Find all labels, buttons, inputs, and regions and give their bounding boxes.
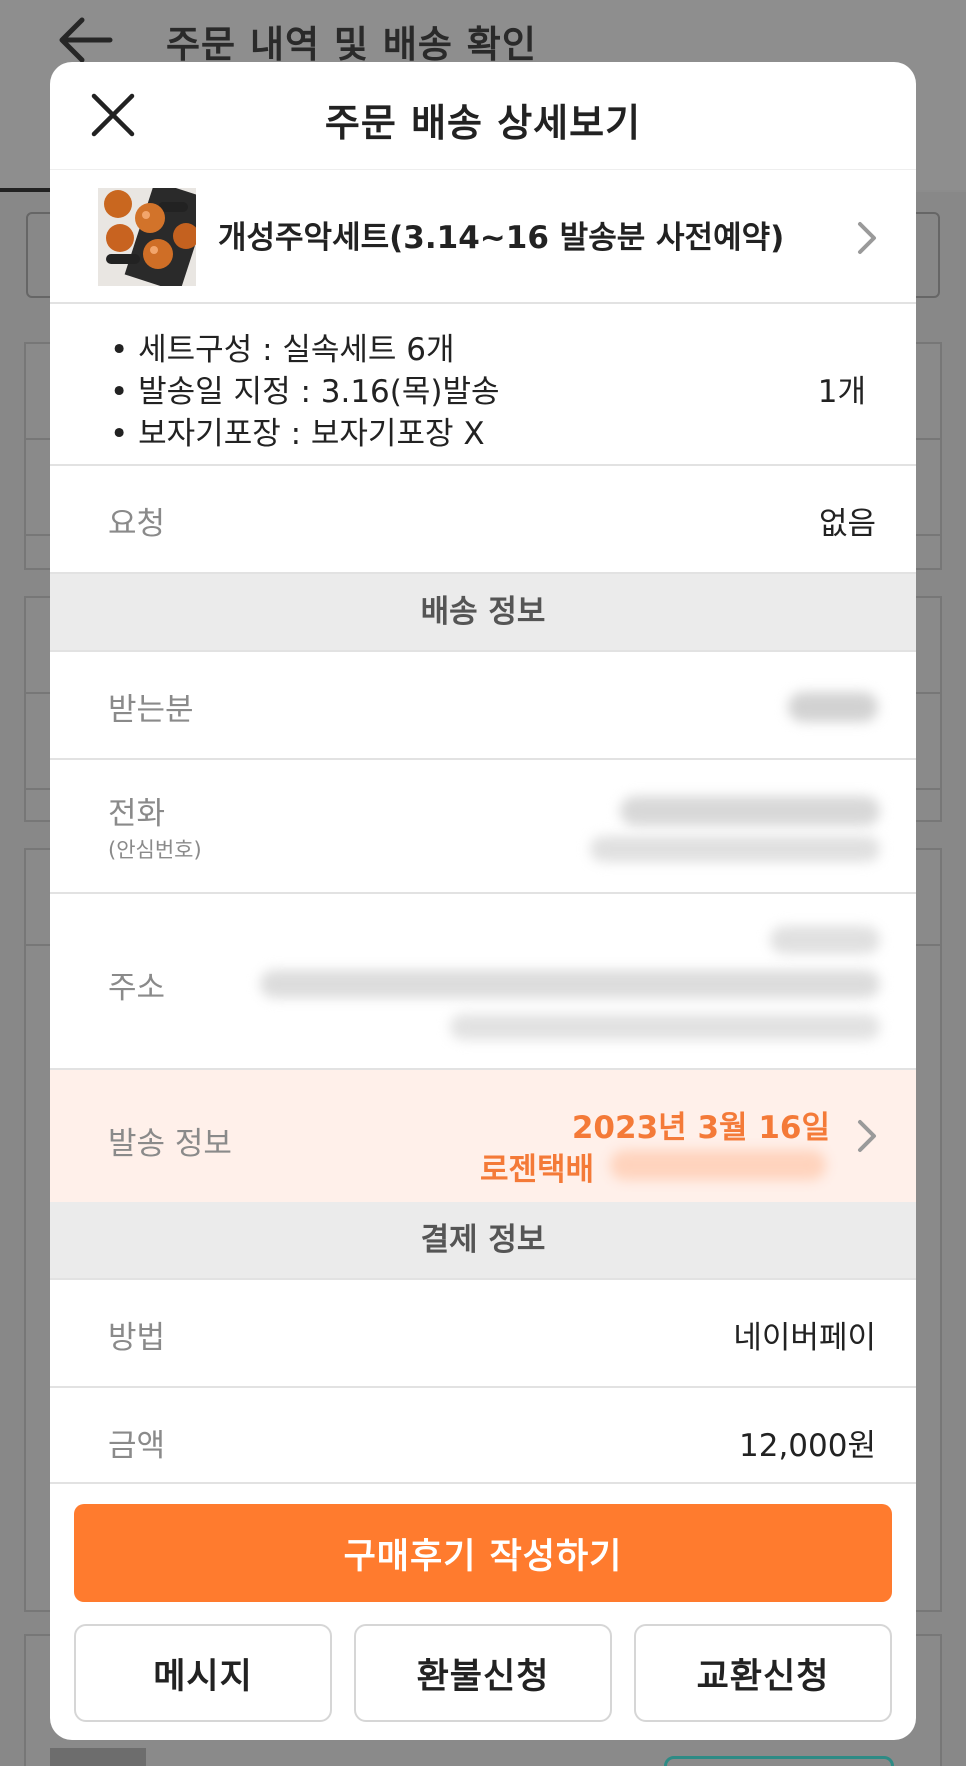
- background-action-button: [664, 1756, 894, 1766]
- request-row: 요청 없음: [50, 466, 916, 574]
- chevron-right-icon: [858, 222, 876, 254]
- recipient-redacted: [788, 692, 878, 722]
- write-review-button[interactable]: 구매후기 작성하기: [74, 1504, 892, 1602]
- tracking-number-redacted: [610, 1150, 826, 1180]
- order-detail-modal: 주문 배송 상세보기 개성주악세트(3.14~16 발송분 사전예약) • 세트…: [50, 62, 916, 1740]
- modal-title: 주문 배송 상세보기: [324, 101, 642, 145]
- refund-request-button[interactable]: 환불신청: [354, 1624, 612, 1722]
- product-thumbnail: [98, 188, 196, 286]
- background-product-thumbnail: [50, 1748, 146, 1766]
- order-quantity: 1개: [817, 374, 866, 410]
- option-wrapping: • 보자기포장 : 보자기포장 X: [110, 416, 485, 452]
- address-redacted: [260, 970, 880, 998]
- payment-amount-row: 금액 12,000원: [50, 1388, 916, 1484]
- chevron-right-icon: [858, 1120, 876, 1152]
- shipping-carrier: 로젠택배: [480, 1152, 595, 1188]
- order-options: • 세트구성 : 실속세트 6개 • 발송일 지정 : 3.16(목)발송 • …: [50, 304, 916, 466]
- exchange-request-button[interactable]: 교환신청: [634, 1624, 892, 1722]
- delivery-info-header: 배송 정보: [50, 574, 916, 652]
- modal-header: 주문 배송 상세보기: [50, 62, 916, 170]
- phone-label: 전화: [108, 796, 166, 832]
- phone-redacted: [620, 796, 880, 826]
- phone-redacted: [590, 836, 880, 862]
- shipping-info-label: 발송 정보: [108, 1126, 232, 1162]
- product-row[interactable]: 개성주악세트(3.14~16 발송분 사전예약): [50, 170, 916, 304]
- phone-sublabel: (안심번호): [108, 838, 202, 862]
- background-page-title: 주문 내역 및 배송 확인: [166, 23, 537, 66]
- address-redacted: [770, 926, 880, 954]
- recipient-label: 받는분: [108, 692, 194, 728]
- payment-method-value: 네이버페이: [733, 1320, 876, 1356]
- back-arrow-icon[interactable]: [58, 16, 114, 64]
- option-ship-date: • 발송일 지정 : 3.16(목)발송: [110, 374, 500, 410]
- payment-amount-label: 금액: [108, 1428, 166, 1464]
- shipping-info-row[interactable]: 발송 정보 2023년 3월 16일 로젠택배: [50, 1070, 916, 1202]
- shipping-date: 2023년 3월 16일: [571, 1110, 830, 1146]
- message-button[interactable]: 메시지: [74, 1624, 332, 1722]
- request-label: 요청: [108, 506, 166, 542]
- request-value: 없음: [818, 506, 876, 542]
- payment-amount-value: 12,000원: [739, 1428, 876, 1464]
- recipient-row: 받는분: [50, 652, 916, 760]
- payment-method-label: 방법: [108, 1320, 166, 1356]
- product-name: 개성주악세트(3.14~16 발송분 사전예약): [218, 220, 785, 256]
- payment-info-header: 결제 정보: [50, 1202, 916, 1280]
- payment-method-row: 방법 네이버페이: [50, 1280, 916, 1388]
- address-row: 주소: [50, 894, 916, 1070]
- address-label: 주소: [108, 970, 166, 1006]
- option-set-composition: • 세트구성 : 실속세트 6개: [110, 332, 455, 368]
- address-redacted: [450, 1014, 880, 1040]
- phone-row: 전화 (안심번호): [50, 760, 916, 894]
